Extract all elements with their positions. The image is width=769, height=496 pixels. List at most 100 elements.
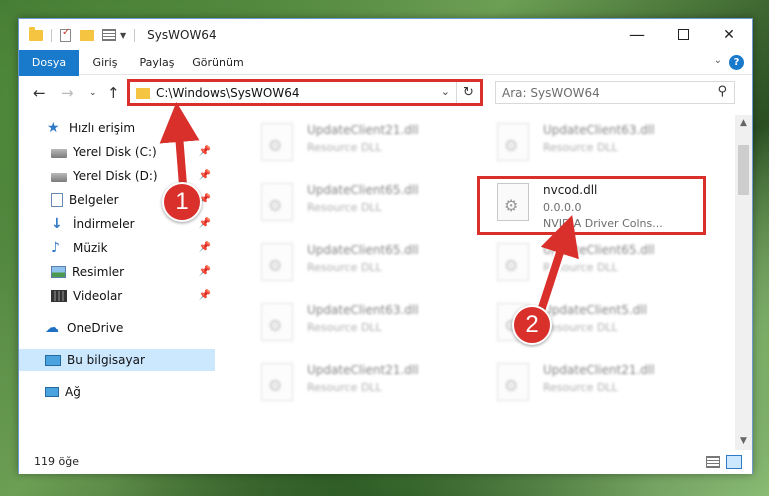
- pin-icon[interactable]: 📌: [199, 290, 211, 301]
- sidebar-item-label: Yerel Disk (D:): [73, 169, 158, 183]
- file-item[interactable]: UpdateClient65.dll Resource DLL: [483, 239, 713, 294]
- disk-icon: [51, 149, 67, 158]
- file-item[interactable]: UpdateClient65.dll Resource DLL: [247, 239, 477, 294]
- help-button[interactable]: ?: [729, 55, 744, 70]
- address-path[interactable]: C:\Windows\SysWOW64: [156, 86, 300, 100]
- sidebar-item-label: Bu bilgisayar: [67, 353, 145, 367]
- computer-icon: [45, 354, 61, 366]
- quick-access-toolbar: ▼ SysWOW64: [29, 26, 217, 44]
- scroll-up-icon[interactable]: ▲: [735, 115, 752, 132]
- cloud-icon: ☁: [45, 320, 59, 336]
- file-name: UpdateClient5.dll: [543, 303, 647, 317]
- dll-file-icon: [497, 183, 529, 221]
- address-dropdown-chevron-icon[interactable]: ⌄: [441, 85, 450, 98]
- sidebar-item-local-disk-c[interactable]: Yerel Disk (C:) 📌: [19, 141, 215, 163]
- dll-file-icon: [261, 123, 293, 161]
- vertical-scrollbar[interactable]: ▲ ▼: [735, 115, 752, 450]
- pin-icon[interactable]: 📌: [199, 218, 211, 229]
- properties-icon[interactable]: [60, 27, 71, 42]
- dll-file-icon: [497, 123, 529, 161]
- customize-toolbar-chevron-icon[interactable]: ▼: [120, 31, 126, 40]
- dll-file-icon: [261, 243, 293, 281]
- sidebar-item-label: Yerel Disk (C:): [73, 145, 157, 159]
- search-icon[interactable]: ⚲: [717, 84, 727, 99]
- maximize-button[interactable]: [660, 19, 706, 50]
- sidebar-item-label: Ağ: [65, 385, 81, 399]
- view-icon[interactable]: [102, 29, 116, 41]
- file-description: Resource DLL: [543, 381, 618, 394]
- search-box[interactable]: ⚲: [495, 81, 735, 104]
- pin-icon[interactable]: 📌: [199, 266, 211, 277]
- file-name: UpdateClient65.dll: [307, 243, 419, 257]
- close-button[interactable]: ✕: [706, 19, 752, 50]
- window-controls: — ✕: [614, 19, 752, 50]
- recent-locations-chevron-icon[interactable]: ⌄: [89, 88, 97, 98]
- dll-file-icon: [497, 363, 529, 401]
- toolbar-separator: [51, 28, 52, 42]
- expand-ribbon-chevron-icon[interactable]: ⌄: [714, 55, 722, 66]
- sidebar-item-label: Videolar: [73, 289, 123, 303]
- pin-icon[interactable]: 📌: [199, 146, 211, 157]
- file-item[interactable]: UpdateClient65.dll Resource DLL: [247, 179, 477, 234]
- sidebar-item-pictures[interactable]: Resimler 📌: [19, 261, 215, 283]
- forward-arrow-icon[interactable]: →: [61, 84, 74, 102]
- dll-file-icon: [497, 243, 529, 281]
- navigation-bar: ← → ⌄ ↑ C:\Windows\SysWOW64 ⌄ ↻ ⚲: [19, 76, 752, 110]
- title-bar: ▼ SysWOW64 — ✕: [19, 19, 752, 50]
- file-description: Resource DLL: [307, 321, 382, 334]
- tab-view[interactable]: Görünüm: [187, 50, 249, 75]
- file-item[interactable]: UpdateClient63.dll Resource DLL: [247, 299, 477, 354]
- sidebar-item-onedrive[interactable]: ☁ OneDrive: [19, 317, 215, 339]
- file-name: UpdateClient21.dll: [307, 123, 419, 137]
- scroll-down-icon[interactable]: ▼: [735, 433, 752, 450]
- back-arrow-icon[interactable]: ←: [33, 84, 46, 102]
- new-folder-icon[interactable]: [80, 29, 94, 41]
- file-description: Resource DLL: [543, 261, 618, 274]
- step-badge-1: 1: [162, 182, 202, 222]
- details-view-icon[interactable]: [706, 456, 720, 468]
- minimize-button[interactable]: —: [614, 19, 660, 50]
- window-title: SysWOW64: [147, 28, 217, 42]
- sidebar-item-label: Belgeler: [69, 193, 119, 207]
- sidebar-item-this-pc[interactable]: Bu bilgisayar: [19, 349, 215, 371]
- file-name: UpdateClient21.dll: [307, 363, 419, 377]
- dll-file-icon: [261, 183, 293, 221]
- large-icons-view-icon[interactable]: [726, 455, 742, 469]
- tab-home[interactable]: Giriş: [83, 50, 127, 75]
- file-item[interactable]: UpdateClient21.dll Resource DLL: [247, 359, 477, 414]
- sidebar-item-label: İndirmeler: [73, 217, 135, 231]
- sidebar-item-music[interactable]: ♪ Müzik 📌: [19, 237, 215, 259]
- navigation-pane: ★ Hızlı erişim Yerel Disk (C:) 📌 Yerel D…: [19, 115, 215, 450]
- file-item[interactable]: UpdateClient63.dll Resource DLL: [483, 119, 713, 174]
- sidebar-item-videos[interactable]: Videolar 📌: [19, 285, 215, 307]
- sidebar-item-label: Hızlı erişim: [69, 121, 136, 135]
- file-name: UpdateClient63.dll: [543, 123, 655, 137]
- documents-icon: [51, 193, 63, 207]
- dll-file-icon: [261, 303, 293, 341]
- address-bar[interactable]: C:\Windows\SysWOW64 ⌄ ↻: [129, 81, 481, 104]
- scrollbar-thumb[interactable]: [738, 145, 749, 195]
- file-name: UpdateClient65.dll: [307, 183, 419, 197]
- refresh-icon[interactable]: ↻: [456, 82, 480, 103]
- sidebar-item-label: OneDrive: [67, 321, 124, 335]
- step-badge-2: 2: [512, 305, 552, 345]
- sidebar-item-quick-access[interactable]: ★ Hızlı erişim: [19, 117, 215, 139]
- sidebar-item-network[interactable]: Ağ: [19, 381, 215, 403]
- up-arrow-icon[interactable]: ↑: [107, 84, 120, 102]
- file-name: UpdateClient63.dll: [307, 303, 419, 317]
- file-name: UpdateClient21.dll: [543, 363, 655, 377]
- tab-share[interactable]: Paylaş: [131, 50, 183, 75]
- file-item-nvcod[interactable]: nvcod.dll 0.0.0.0 NVIDIA Driver Colns...: [483, 179, 713, 234]
- file-list: UpdateClient21.dll Resource DLL UpdateCl…: [227, 115, 735, 450]
- file-item[interactable]: UpdateClient21.dll Resource DLL: [483, 359, 713, 414]
- file-item[interactable]: UpdateClient21.dll Resource DLL: [247, 119, 477, 174]
- file-description: Resource DLL: [543, 321, 618, 334]
- pictures-icon: [51, 266, 66, 278]
- file-description: Resource DLL: [307, 141, 382, 154]
- file-name: nvcod.dll: [543, 183, 598, 197]
- folder-icon: [136, 88, 150, 99]
- pin-icon[interactable]: 📌: [199, 242, 211, 253]
- item-count: 119 öğe: [34, 455, 79, 468]
- search-input[interactable]: [502, 84, 702, 101]
- pin-icon[interactable]: 📌: [199, 170, 211, 181]
